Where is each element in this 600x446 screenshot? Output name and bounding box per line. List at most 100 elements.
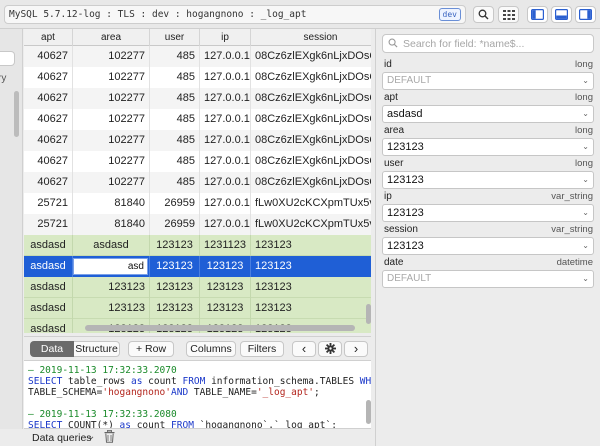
cell-apt[interactable]: 40627 (24, 46, 73, 67)
table-row[interactable]: 40627 102277 485 127.0.0.1 08Cz6zlEXgk6nLjxD… (24, 67, 371, 88)
sidebar-scrollbar[interactable] (14, 91, 19, 137)
column-header-ip[interactable]: ip (200, 29, 251, 46)
cell-area[interactable]: 102277 (73, 109, 150, 130)
cell-ip[interactable]: 127.0.0.1 (200, 130, 251, 151)
tab-data[interactable]: Data (30, 341, 74, 357)
chevron-down-icon[interactable]: ⌄ (582, 73, 589, 89)
data-queries-dropdown[interactable]: Data queries (32, 432, 92, 444)
cell-session[interactable]: fLw0XU2cKCXpmTUx5v2pjIw2 (251, 214, 371, 235)
table-row[interactable]: asdasd123123123123123123123123 (24, 298, 371, 319)
tab-structure[interactable]: Structure (74, 341, 120, 357)
column-header-session[interactable]: session (251, 29, 371, 46)
toggle-right-panel-button[interactable] (575, 6, 596, 23)
chevron-down-icon[interactable]: ⌄ (582, 106, 589, 122)
cell-ip[interactable]: 1231123 (200, 235, 251, 256)
cell-session[interactable]: fLw0XU2cKCXpmTUx5v2pjIw2 (251, 193, 371, 214)
cell-user[interactable]: 485 (150, 151, 200, 172)
cell-edit-input[interactable]: asd (73, 258, 148, 275)
grid-view-button[interactable] (498, 6, 519, 23)
field-input-id[interactable]: DEFAULT ⌄ (382, 72, 594, 90)
cell-session[interactable]: 123123 (251, 235, 371, 256)
cell-apt[interactable]: 40627 (24, 109, 73, 130)
cell-session[interactable]: 123123 (251, 256, 371, 277)
cell-user[interactable]: 26959 (150, 193, 200, 214)
cell-area[interactable]: asdasd (73, 235, 150, 256)
toggle-bottom-panel-button[interactable] (551, 6, 572, 23)
table-row[interactable]: asdasd123123123123123123123123 (24, 277, 371, 298)
chevron-down-icon[interactable]: ⌄ (582, 139, 589, 155)
clear-console-button[interactable] (104, 429, 115, 446)
table-row[interactable]: 40627 102277 485 127.0.0.1 08Cz6zlEXgk6nLjxD… (24, 151, 371, 172)
table-row[interactable]: 40627 102277 485 127.0.0.1 08Cz6zlEXgk6nLjxD… (24, 88, 371, 109)
cell-user[interactable]: 485 (150, 46, 200, 67)
field-input-apt[interactable]: asdasd ⌄ (382, 105, 594, 123)
cell-apt[interactable]: 40627 (24, 151, 73, 172)
cell-session[interactable]: 08Cz6zlEXgk6nLjxDOsQO5uN (251, 109, 371, 130)
cell-ip[interactable]: 127.0.0.1 (200, 214, 251, 235)
cell-area[interactable]: 102277 (73, 46, 150, 67)
cell-session[interactable]: 08Cz6zlEXgk6nLjxDOsQO5uN (251, 67, 371, 88)
cell-session[interactable]: 123123 (251, 277, 371, 298)
cell-apt[interactable]: asdasd (24, 319, 73, 333)
sidebar-partial-label[interactable]: ry (0, 73, 6, 84)
field-input-user[interactable]: 123123 ⌄ (382, 171, 594, 189)
cell-apt[interactable]: 25721 (24, 193, 73, 214)
cell-area[interactable]: 102277 (73, 67, 150, 88)
cell-user[interactable]: 485 (150, 130, 200, 151)
settings-button[interactable] (318, 341, 342, 357)
field-search-input[interactable]: Search for field: *name$... (382, 34, 594, 53)
cell-apt[interactable]: 25721 (24, 214, 73, 235)
cell-user[interactable]: 123123 (150, 235, 200, 256)
cell-area[interactable]: 102277 (73, 130, 150, 151)
chevron-down-icon[interactable]: ⌄ (582, 205, 589, 221)
cell-user[interactable]: 485 (150, 172, 200, 193)
cell-user[interactable]: 485 (150, 88, 200, 109)
table-row[interactable]: 40627 102277 485 127.0.0.1 08Cz6zlEXgk6nLjxD… (24, 109, 371, 130)
query-console[interactable]: — 2019-11-13 17:32:33.2070 SELECT table_r… (24, 360, 371, 428)
table-row[interactable]: 40627 102277 485 127.0.0.1 08Cz6zlEXgk6nLjxD… (24, 130, 371, 151)
cell-ip[interactable]: 123123 (200, 277, 251, 298)
cell-area[interactable]: asd (73, 256, 150, 277)
table-row[interactable]: 25721 81840 26959 127.0.0.1 fLw0XU2cKCXpmTUx… (24, 214, 371, 235)
cell-apt[interactable]: 40627 (24, 130, 73, 151)
cell-area[interactable]: 102277 (73, 172, 150, 193)
table-row[interactable]: 40627 102277 485 127.0.0.1 08Cz6zlEXgk6nLjxD… (24, 46, 371, 67)
search-button[interactable] (473, 6, 494, 23)
columns-button[interactable]: Columns (186, 341, 236, 357)
cell-area[interactable]: 123123 (73, 277, 150, 298)
cell-ip[interactable]: 127.0.0.1 (200, 46, 251, 67)
table-row-selected[interactable]: asdasd asd 123123 123123 123123 (24, 256, 371, 277)
cell-apt[interactable]: asdasd (24, 298, 73, 319)
cell-ip[interactable]: 127.0.0.1 (200, 193, 251, 214)
column-header-area[interactable]: area (73, 29, 150, 46)
sidebar-search-input[interactable] (0, 51, 15, 66)
cell-session[interactable]: 08Cz6zlEXgk6nLjxDOsQO5uN (251, 151, 371, 172)
add-row-button[interactable]: + Row (128, 341, 174, 357)
previous-page-button[interactable]: ‹ (292, 341, 316, 357)
grid-vertical-scrollbar[interactable] (366, 304, 371, 324)
cell-apt[interactable]: asdasd (24, 256, 73, 277)
cell-area[interactable]: 102277 (73, 88, 150, 109)
chevron-down-icon[interactable]: ⌄ (582, 172, 589, 188)
cell-session[interactable]: 08Cz6zlEXgk6nLjxDOsQO5uN (251, 172, 371, 193)
connection-info[interactable]: MySQL 5.7.12-log : TLS : dev : hogangnon… (4, 5, 466, 24)
cell-session[interactable]: 08Cz6zlEXgk6nLjxDOsQO5uN (251, 46, 371, 67)
cell-ip[interactable]: 127.0.0.1 (200, 67, 251, 88)
cell-ip[interactable]: 127.0.0.1 (200, 151, 251, 172)
field-input-date[interactable]: DEFAULT ⌄ (382, 270, 594, 288)
cell-ip[interactable]: 127.0.0.1 (200, 88, 251, 109)
cell-area[interactable]: 81840 (73, 214, 150, 235)
table-row[interactable]: 25721 81840 26959 127.0.0.1 fLw0XU2cKCXpmTUx… (24, 193, 371, 214)
cell-ip[interactable]: 127.0.0.1 (200, 109, 251, 130)
chevron-down-icon[interactable]: ⌄ (582, 238, 589, 254)
toggle-left-panel-button[interactable] (527, 6, 548, 23)
cell-ip[interactable]: 123123 (200, 298, 251, 319)
field-input-ip[interactable]: 123123 ⌄ (382, 204, 594, 222)
table-row[interactable]: 40627 102277 485 127.0.0.1 08Cz6zlEXgk6nLjxD… (24, 172, 371, 193)
console-scrollbar[interactable] (366, 400, 371, 424)
chevron-down-icon[interactable]: ⌄ (582, 271, 589, 287)
cell-area[interactable]: 81840 (73, 193, 150, 214)
cell-user[interactable]: 123123 (150, 256, 200, 277)
cell-session[interactable]: 123123 (251, 298, 371, 319)
next-page-button[interactable]: › (344, 341, 368, 357)
